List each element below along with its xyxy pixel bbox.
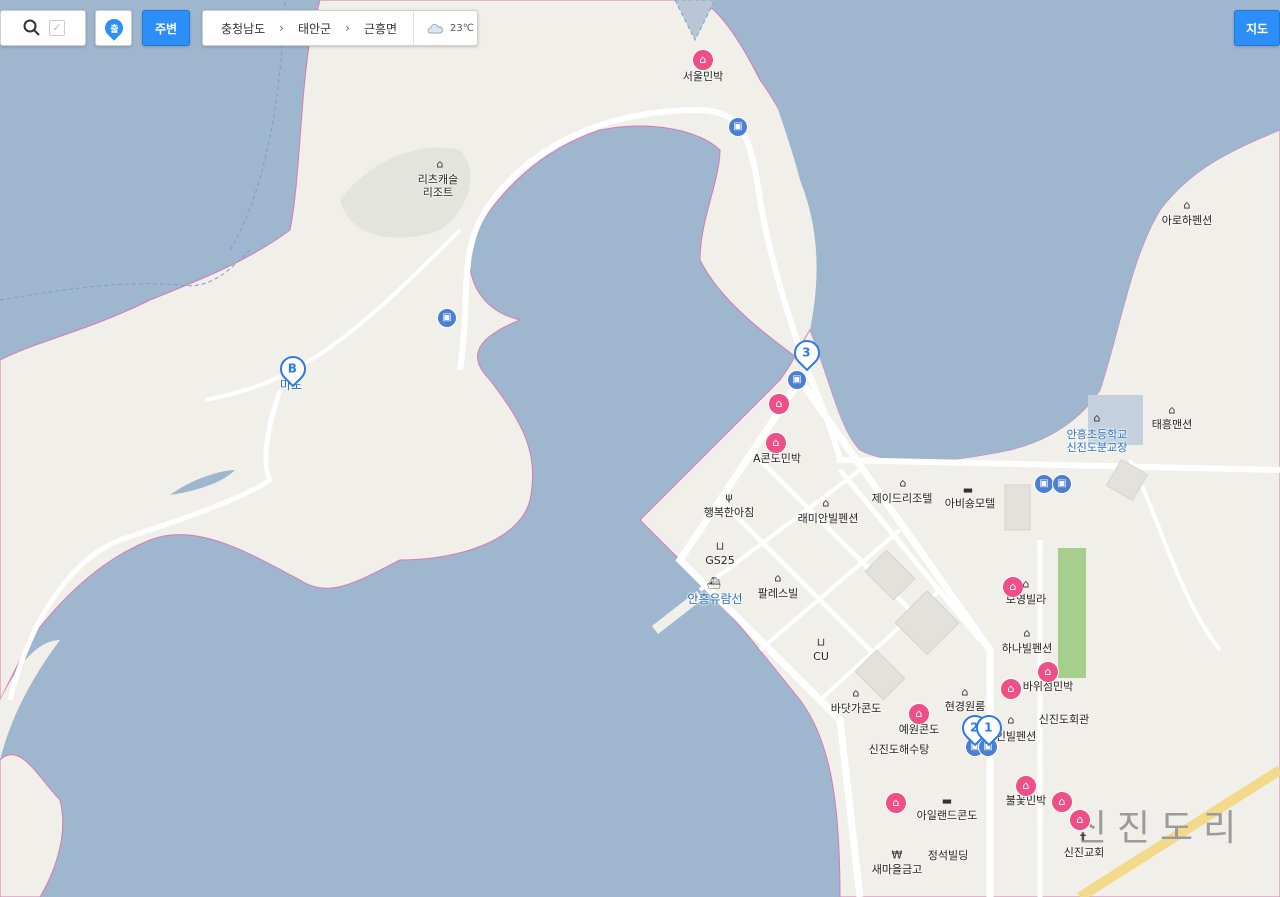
breadcrumb-town[interactable]: 근흥면 [350, 20, 411, 37]
cart-icon: ⊔ [816, 635, 826, 649]
lodging-icon[interactable]: ⌂ [1037, 661, 1059, 683]
bus-stop-icon[interactable]: ▣ [1052, 474, 1072, 494]
label-school[interactable]: 안흥초등학교 신진도분교장 [1067, 428, 1128, 454]
building-icon: ⌂ [899, 476, 907, 490]
building-icon: ⌂ [774, 571, 782, 585]
ferry-icon: ⛴ [707, 576, 721, 590]
label-raemian[interactable]: 래미안빌펜션 [798, 512, 859, 525]
map-type-label: 지도 [1245, 21, 1269, 36]
search-box[interactable]: ✓ [0, 10, 86, 46]
building-icon: ⌂ [1183, 198, 1191, 212]
breadcrumb-county[interactable]: 태안군 [284, 20, 345, 37]
building-block [1004, 484, 1031, 531]
label-seoul-minbak[interactable]: 서울민박 [683, 70, 723, 83]
bed-icon: ▬ [941, 794, 953, 808]
label-jeongseok[interactable]: 정석빌딩 [928, 849, 968, 862]
bus-stop-icon[interactable]: ▣ [1034, 474, 1054, 494]
nearby-button[interactable]: 주변 [142, 10, 190, 46]
label-sinjindo-hall[interactable]: 신진도회관 [1039, 713, 1090, 726]
park [1058, 548, 1086, 678]
label-hyeongyeong[interactable]: 현경원룸 [945, 700, 985, 713]
label-ferry[interactable]: 안흥유람선 [687, 593, 742, 606]
lodging-icon[interactable]: ⌂ [692, 49, 714, 71]
building-icon: ⌂ [1023, 626, 1031, 640]
divider [413, 11, 415, 45]
building-icon: ⌂ [961, 685, 969, 699]
building-icon: ⌂ [852, 686, 860, 700]
label-bath[interactable]: 신진도해수탕 [869, 743, 930, 756]
label-cu[interactable]: CU [813, 650, 829, 663]
building-icon: ⌂ [1022, 577, 1030, 591]
bus-stop-icon[interactable]: ▣ [728, 117, 748, 137]
lodging-icon[interactable]: ⌂ [1000, 678, 1022, 700]
building-icon: ⌂ [1007, 713, 1015, 727]
church-icon: ✝ [1078, 830, 1088, 844]
lodging-icon[interactable]: ⌂ [885, 792, 907, 814]
bank-icon: ₩ [891, 848, 903, 862]
restaurant-icon: ψ [725, 490, 733, 504]
label-saemaeul[interactable]: 새마을금고 [872, 863, 923, 876]
school-icon: ⌂ [1093, 411, 1101, 425]
label-gs25[interactable]: GS25 [705, 554, 735, 567]
location-button[interactable]: 출 [95, 10, 132, 46]
check-icon[interactable]: ✓ [49, 20, 65, 36]
lodging-icon[interactable]: ⌂ [908, 703, 930, 725]
building-icon: ⌂ [822, 496, 830, 510]
search-icon[interactable] [23, 19, 41, 37]
label-badatga[interactable]: 바닷가콘도 [831, 702, 882, 715]
building-icon: ⌂ [1168, 403, 1176, 417]
label-arohi-pension[interactable]: 아로하펜션 [1162, 214, 1213, 227]
nearby-label: 주변 [154, 21, 178, 36]
lodging-icon[interactable]: ⌂ [1069, 809, 1091, 831]
breadcrumb-province[interactable]: 충청남도 [203, 20, 279, 37]
temperature: 23℃ [450, 22, 475, 34]
lodging-icon[interactable]: ⌂ [1051, 791, 1073, 813]
label-j-resort[interactable]: 제이드리조텔 [872, 492, 933, 505]
label-taeheung[interactable]: 태흥맨션 [1152, 418, 1192, 431]
lodging-icon[interactable]: ⌂ [1002, 576, 1024, 598]
label-hana[interactable]: 하나빌펜션 [1002, 642, 1053, 655]
breadcrumb: 충청남도 › 태안군 › 근흥면 23℃ [202, 10, 478, 46]
bus-stop-icon[interactable]: ▣ [437, 308, 457, 328]
label-palace[interactable]: 팔레스빌 [758, 587, 798, 600]
bed-icon: ▬ [962, 483, 974, 497]
lodging-icon[interactable]: ⌂ [765, 432, 787, 454]
label-island-condo[interactable]: 아일랜드콘도 [917, 809, 978, 822]
building-icon: ⌂ [436, 157, 444, 171]
label-inbil[interactable]: 인빌펜션 [996, 730, 1036, 743]
label-sinjindo-ri: 신진도리 [1073, 808, 1247, 849]
label-ritz-castle[interactable]: 리츠캐슬 리조트 [418, 173, 458, 199]
location-pin-icon: 출 [100, 15, 127, 41]
cloud-icon [427, 24, 443, 34]
map-type-button[interactable]: 지도 [1234, 10, 1280, 46]
label-happy-morning[interactable]: 행복한아침 [704, 506, 755, 519]
cart-icon: ⊔ [715, 539, 725, 553]
lodging-icon[interactable]: ⌂ [768, 393, 790, 415]
bus-stop-icon[interactable]: ▣ [787, 370, 807, 390]
lodging-icon[interactable]: ⌂ [1015, 775, 1037, 797]
label-abisong[interactable]: 아비숑모텔 [945, 497, 996, 510]
